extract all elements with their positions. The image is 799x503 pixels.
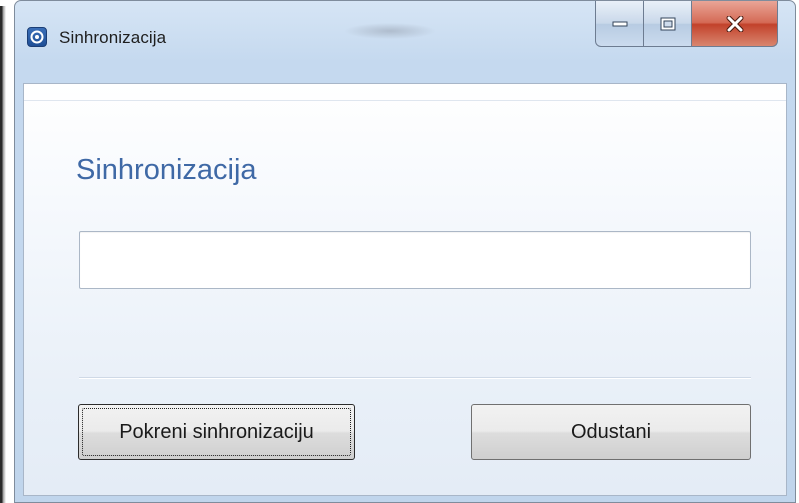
screen: Sinhronizacija Sinhronizacija Pokreni si… — [0, 0, 799, 503]
minimize-icon — [612, 21, 627, 26]
dialog-heading: Sinhronizacija — [76, 154, 257, 186]
start-sync-button-label: Pokreni sinhronizaciju — [119, 421, 314, 443]
cancel-button-label: Odustani — [570, 421, 652, 443]
window-title: Sinhronizacija — [59, 28, 167, 47]
sync-status-input[interactable] — [79, 231, 751, 289]
divider — [24, 100, 786, 101]
app-logo-icon[interactable] — [27, 27, 47, 47]
background-window-edge — [0, 6, 6, 503]
dialog-content: Sinhronizacija Pokreni sinhronizaciju Od… — [23, 83, 787, 496]
divider — [79, 377, 751, 378]
close-icon — [726, 15, 743, 32]
cancel-button[interactable]: Odustani — [471, 404, 751, 460]
blurred-title-area — [345, 23, 435, 39]
start-sync-button[interactable]: Pokreni sinhronizaciju — [78, 404, 355, 460]
title-bar[interactable]: Sinhronizacija — [15, 1, 795, 83]
minimize-button[interactable] — [595, 1, 644, 47]
close-button[interactable] — [691, 1, 778, 47]
sync-dialog-window: Sinhronizacija Sinhronizacija Pokreni si… — [14, 0, 796, 503]
maximize-button[interactable] — [643, 1, 692, 47]
maximize-icon — [660, 17, 675, 30]
